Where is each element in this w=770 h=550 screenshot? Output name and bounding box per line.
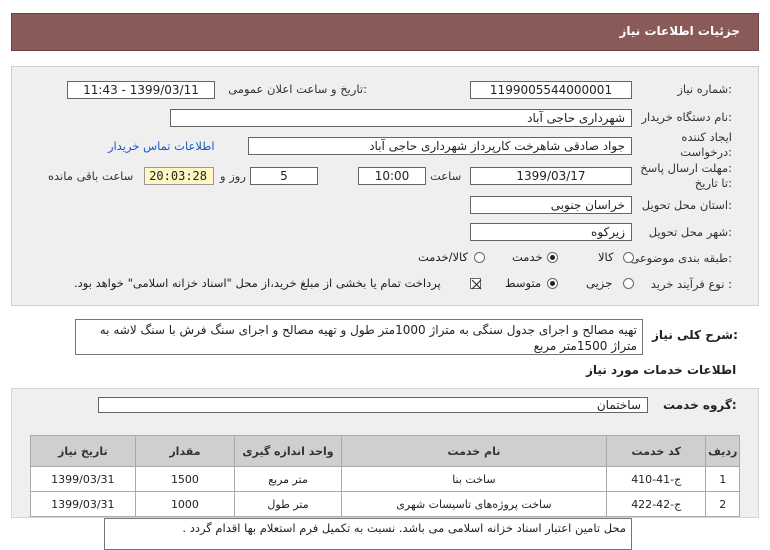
services-table: ردیف کد خدمت نام خدمت واحد اندازه گیری م… <box>30 435 740 517</box>
deadline-label-1: مهلت ارسال پاسخ: <box>640 161 732 175</box>
category-option-goods-service: کالا/خدمت <box>418 250 469 264</box>
cell-row-number: 2 <box>705 491 740 517</box>
services-title: اطلاعات خدمات مورد نیاز <box>586 363 737 377</box>
cell-need-date: 1399/03/31 <box>30 466 136 492</box>
creator-field[interactable]: جواد صادقی شاهرخت کارپرداز شهرداری حاجی … <box>248 137 632 155</box>
category-option-service: خدمت <box>512 250 543 264</box>
process-option-medium: متوسط <box>505 276 542 290</box>
cell-service-code: ج-42-422 <box>605 491 707 517</box>
table-row[interactable]: 2 ج-42-422 ساخت پروژه‌های تاسیسات شهری م… <box>30 491 740 517</box>
cell-unit: متر طول <box>234 491 342 517</box>
process-label: نوع فرآیند خرید : <box>650 277 732 291</box>
buyer-org-field[interactable]: شهرداری حاجی آباد <box>170 109 632 127</box>
city-field[interactable]: زیرکوه <box>470 223 632 241</box>
need-number-field[interactable]: 1199005544000001 <box>470 81 632 99</box>
city-label: شهر محل تحویل: <box>648 225 732 239</box>
table-row[interactable]: 1 ج-41-410 ساخت بنا متر مربع 1500 1399/0… <box>30 466 740 492</box>
cell-row-number: 1 <box>705 466 740 492</box>
remaining-label: ساعت باقی مانده <box>48 169 134 183</box>
page-title: جزئیات اطلاعات نیاز <box>619 24 740 38</box>
description-label: شرح کلی نیاز: <box>652 328 738 342</box>
col-unit: واحد اندازه گیری <box>234 435 342 467</box>
cell-service-name: ساخت بنا <box>340 466 607 492</box>
process-radio-medium[interactable] <box>547 278 558 289</box>
cell-service-name: ساخت پروژه‌های تاسیسات شهری <box>340 491 607 517</box>
category-label: طبقه بندی موضوعی: <box>630 251 732 265</box>
col-need-date: تاریخ نیاز <box>30 435 136 467</box>
service-group-field[interactable]: ساختمان <box>98 397 648 413</box>
buyer-org-label: نام دستگاه خریدار: <box>641 110 732 124</box>
need-info-panel <box>11 66 759 306</box>
cell-unit: متر مربع <box>234 466 342 492</box>
province-label: استان محل تحویل: <box>641 198 732 212</box>
process-radio-minor[interactable] <box>623 278 634 289</box>
category-option-goods: کالا <box>598 250 614 264</box>
deadline-label-2: تا تاریخ: <box>694 176 732 190</box>
category-radio-service[interactable] <box>547 252 558 263</box>
announce-label: تاریخ و ساعت اعلان عمومی: <box>228 82 367 96</box>
announce-field[interactable]: 1399/03/11 - 11:43 <box>67 81 215 99</box>
page-header: جزئیات اطلاعات نیاز <box>11 13 759 51</box>
payment-checkbox[interactable] <box>470 278 482 290</box>
days-label: روز و <box>220 169 246 183</box>
table-header-row: ردیف کد خدمت نام خدمت واحد اندازه گیری م… <box>30 435 740 467</box>
col-row-number: ردیف <box>705 435 740 467</box>
cell-quantity: 1500 <box>134 466 236 492</box>
creator-label-2: درخواست: <box>680 145 732 159</box>
remaining-time-field: 20:03:28 <box>144 167 214 185</box>
deadline-date-field[interactable]: 1399/03/17 <box>470 167 632 185</box>
payment-note: پرداخت تمام یا بخشی از مبلغ خرید،از محل … <box>74 276 441 290</box>
creator-label-1: ایجاد کننده <box>681 130 732 144</box>
col-quantity: مقدار <box>134 435 236 467</box>
process-option-minor: جزیی <box>586 276 613 290</box>
cell-quantity: 1000 <box>134 491 236 517</box>
deadline-time-field[interactable]: 10:00 <box>358 167 426 185</box>
cell-need-date: 1399/03/31 <box>30 491 136 517</box>
service-group-label: گروه خدمت: <box>663 398 737 412</box>
description-text: تهیه مصالح و اجرای جدول سنگی به متراژ 10… <box>75 319 643 355</box>
category-radio-goods[interactable] <box>623 252 634 263</box>
cell-service-code: ج-41-410 <box>605 466 707 492</box>
col-service-code: کد خدمت <box>605 435 707 467</box>
buyer-contact-link[interactable]: اطلاعات تماس خریدار <box>108 139 215 153</box>
deadline-time-label: ساعت <box>430 169 462 183</box>
checkmark-icon <box>471 279 482 290</box>
category-radio-goods-service[interactable] <box>474 252 485 263</box>
province-field[interactable]: خراسان جنوبی <box>470 196 632 214</box>
buyer-note: محل تامین اعتبار اسناد خزانه اسلامی می ب… <box>104 518 632 550</box>
col-service-name: نام خدمت <box>340 435 607 467</box>
days-field[interactable]: 5 <box>250 167 318 185</box>
need-number-label: شماره نیاز: <box>677 82 732 96</box>
